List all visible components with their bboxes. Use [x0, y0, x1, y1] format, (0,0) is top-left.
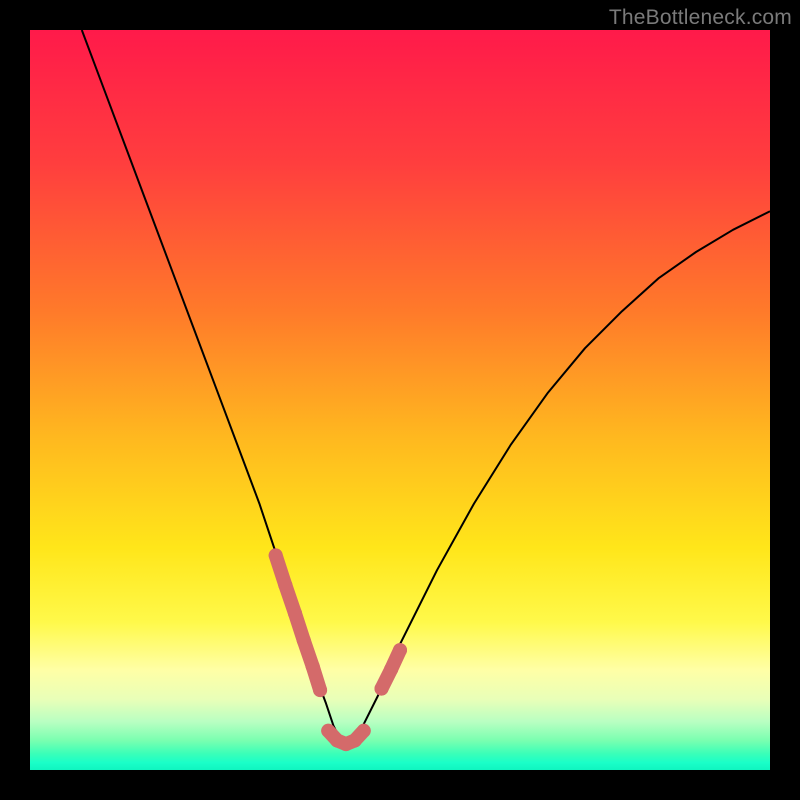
highlight-segment-bottom-seg	[355, 731, 364, 741]
watermark-text: TheBottleneck.com	[609, 6, 792, 30]
highlight-segment-right-seg	[391, 650, 400, 669]
chart-frame	[30, 30, 770, 770]
chart-svg	[30, 30, 770, 770]
highlight-segment-left-seg	[313, 666, 320, 690]
